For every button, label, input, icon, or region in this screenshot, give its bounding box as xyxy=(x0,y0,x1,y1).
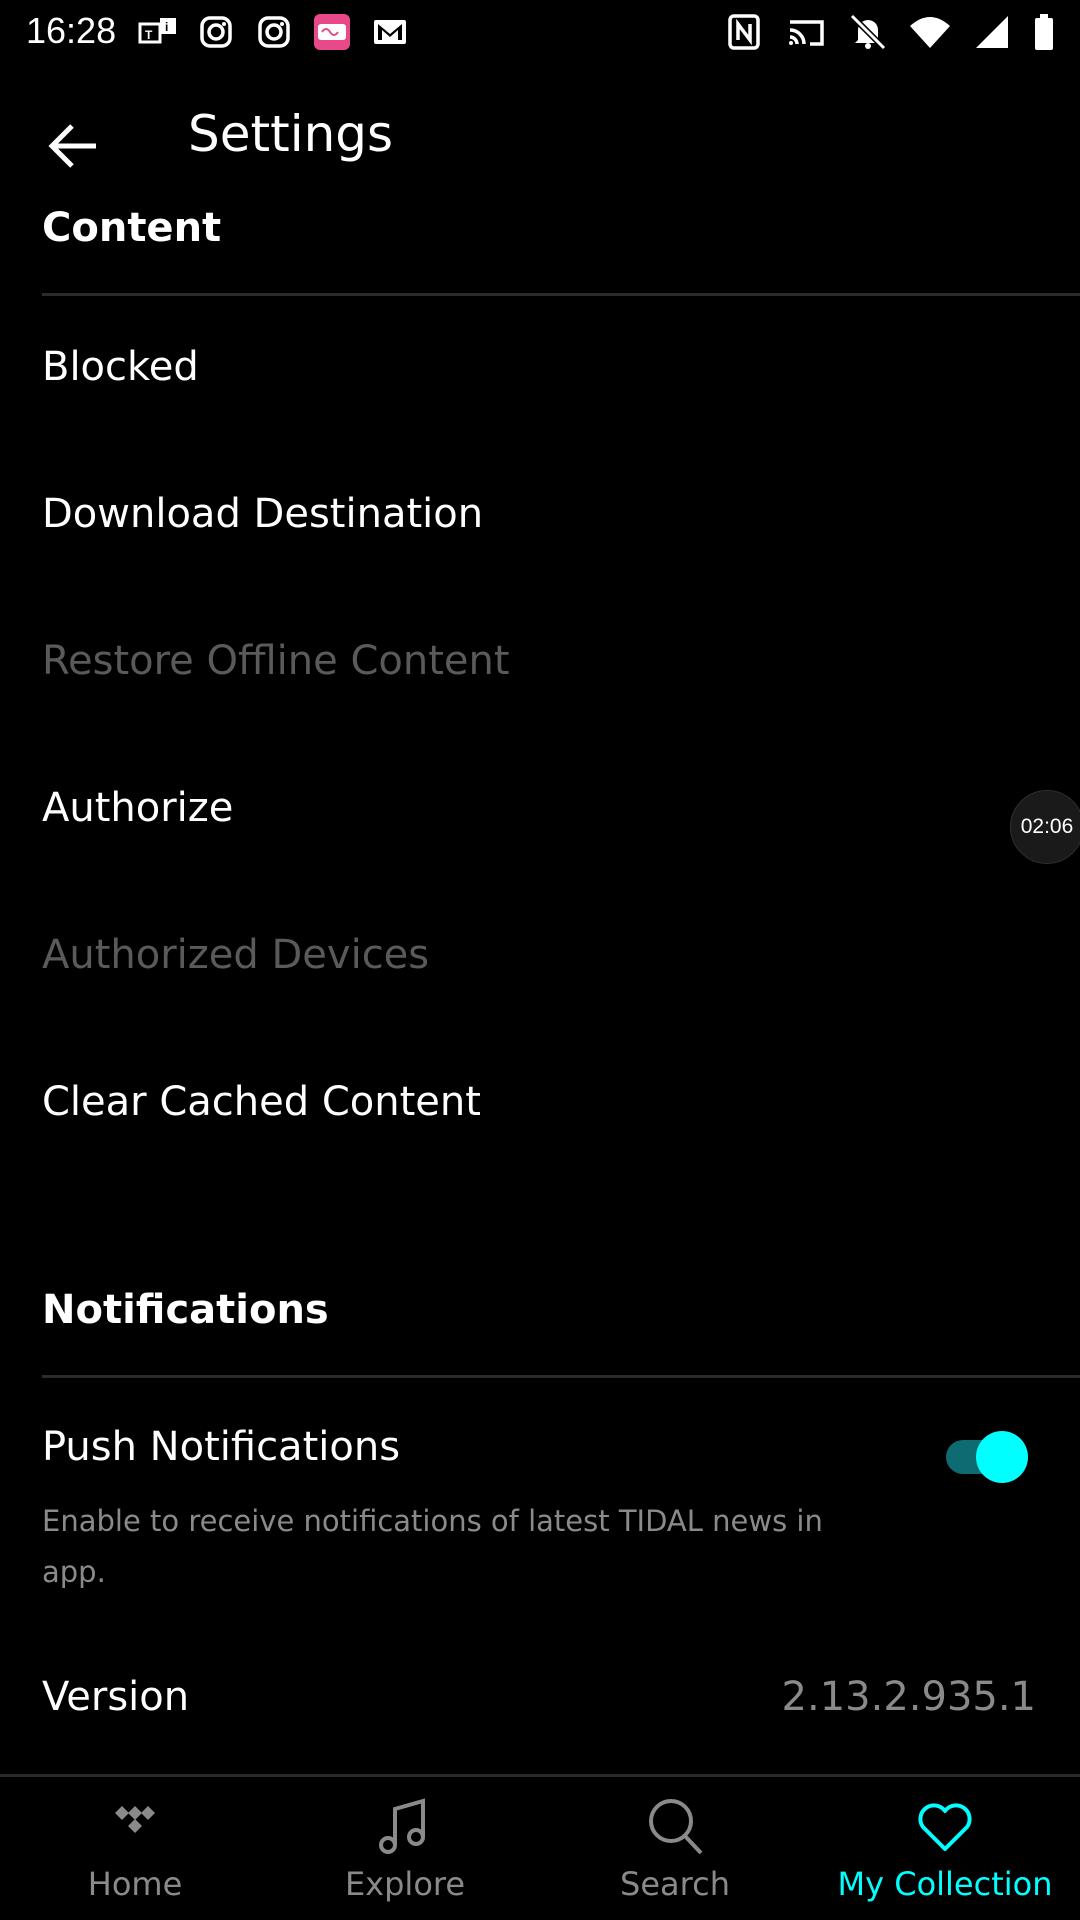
content-section-header: Content xyxy=(42,205,222,251)
status-system-icons xyxy=(722,12,1056,52)
nfc-icon xyxy=(728,14,760,50)
heart-icon xyxy=(918,1803,972,1851)
nav-home[interactable]: Home xyxy=(0,1777,270,1920)
setting-label: Restore Offline Content xyxy=(42,638,510,684)
music-note-icon xyxy=(379,1798,425,1854)
notifications-divider xyxy=(42,1375,1080,1378)
instagram-icon xyxy=(200,16,232,48)
bell-muted-icon xyxy=(849,13,887,51)
push-notifications-description: Enable to receive notifications of lates… xyxy=(42,1504,823,1589)
timer-badge[interactable]: 02:06 xyxy=(1010,790,1080,864)
instagram-icon xyxy=(258,16,290,48)
svg-text:i: i xyxy=(165,20,168,34)
setting-row-restore-offline-content: Restore Offline Content xyxy=(0,590,1080,737)
arrow-left-icon xyxy=(48,124,96,168)
back-button[interactable] xyxy=(38,110,110,182)
teams-notification-icon: T i xyxy=(138,18,176,44)
status-time: 16:28 xyxy=(26,10,117,51)
version-label: Version xyxy=(42,1674,190,1720)
nav-label: My Collection xyxy=(837,1865,1053,1903)
push-notifications-toggle[interactable] xyxy=(944,1428,1030,1484)
cast-icon xyxy=(789,20,824,46)
setting-label: Clear Cached Content xyxy=(42,1079,481,1125)
setting-row-authorized-devices: Authorized Devices xyxy=(0,884,1080,1031)
signal-icon xyxy=(976,16,1008,48)
page-title: Settings xyxy=(188,105,394,163)
battery-icon xyxy=(1035,14,1053,50)
gmail-icon xyxy=(374,20,406,44)
setting-label: Authorized Devices xyxy=(42,932,430,978)
nav-label: Home xyxy=(87,1865,183,1903)
tidal-logo-icon xyxy=(115,1806,155,1833)
setting-label: Push Notifications xyxy=(42,1424,401,1470)
toggle-thumb xyxy=(976,1431,1028,1483)
nav-search[interactable]: Search xyxy=(540,1777,810,1920)
notifications-section-header: Notifications xyxy=(42,1287,329,1333)
nav-my-collection[interactable]: My Collection xyxy=(810,1777,1080,1920)
setting-label: Blocked xyxy=(42,344,199,390)
status-notification-icons: T i xyxy=(136,12,412,52)
search-icon xyxy=(649,1799,703,1855)
wifi-icon xyxy=(910,17,950,48)
status-bar: 16:28 T i xyxy=(0,0,1080,62)
svg-text:T: T xyxy=(145,28,153,42)
nav-label: Search xyxy=(620,1865,730,1903)
setting-label: Download Destination xyxy=(42,491,484,537)
setting-label: Authorize xyxy=(42,785,234,831)
nav-explore[interactable]: Explore xyxy=(270,1777,540,1920)
app-bar: Settings xyxy=(0,80,1080,200)
bottom-nav: Home Explore Search My Collection xyxy=(0,1774,1080,1920)
version-value: 2.13.2.935.1 xyxy=(781,1674,1036,1720)
app-notification-icon xyxy=(314,14,350,50)
setting-row-authorize[interactable]: Authorize xyxy=(0,737,1080,884)
nav-label: Explore xyxy=(344,1865,466,1903)
setting-row-clear-cached-content[interactable]: Clear Cached Content xyxy=(0,1031,1080,1178)
setting-row-blocked[interactable]: Blocked xyxy=(0,296,1080,443)
setting-row-download-destination[interactable]: Download Destination xyxy=(0,443,1080,590)
